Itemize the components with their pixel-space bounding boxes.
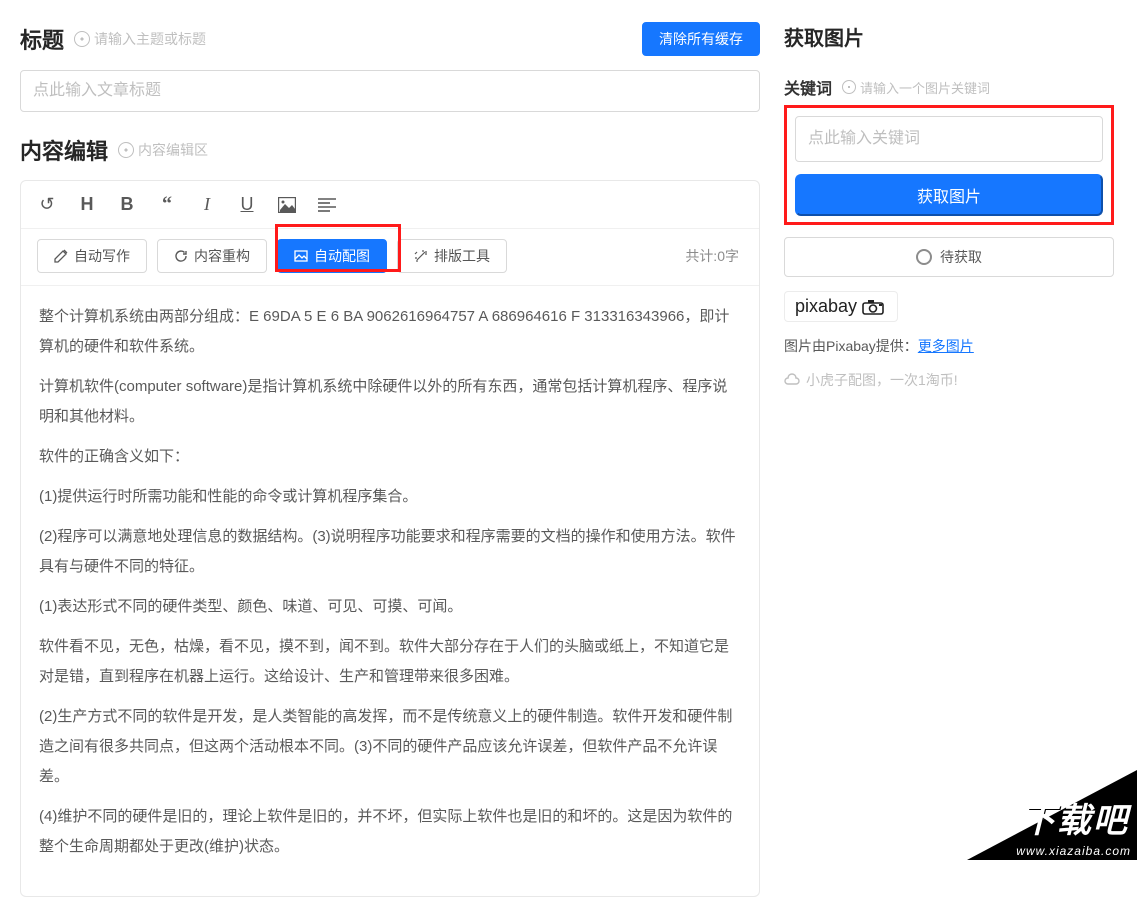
underline-icon[interactable]: U [237, 194, 257, 215]
content-heading: 内容编辑 [20, 134, 108, 166]
paragraph: (1)表达形式不同的硬件类型、颜色、味道、可见、可摸、可闻。 [39, 592, 741, 622]
paragraph: (4)维护不同的硬件是旧的，理论上软件是旧的，并不坏，但实际上软件也是旧的和坏的… [39, 802, 741, 862]
editor-body[interactable]: 整个计算机系统由两部分组成：E 69DA 5 E 6 BA 9062616964… [21, 286, 759, 896]
image-source-line: 图片由Pixabay提供：更多图片 [784, 336, 1114, 356]
paragraph: 软件的正确含义如下： [39, 442, 741, 472]
more-images-link[interactable]: 更多图片 [918, 338, 974, 354]
cloud-icon [784, 373, 800, 387]
format-toolbar: ↺ H B “ I U [21, 181, 759, 229]
clear-cache-button[interactable]: 清除所有缓存 [642, 22, 760, 56]
auto-write-button[interactable]: 自动写作 [37, 239, 147, 273]
paragraph: (1)提供运行时所需功能和性能的命令或计算机程序集合。 [39, 482, 741, 512]
title-hint: 请输入主题或标题 [74, 29, 206, 49]
tip-line: 小虎子配图，一次1淘币! [784, 370, 1114, 390]
keyword-label: 关键词 [784, 75, 832, 99]
highlight-auto-image [275, 224, 401, 272]
pending-button[interactable]: 待获取 [784, 237, 1114, 277]
keyword-input[interactable] [795, 116, 1103, 162]
paragraph: 计算机软件(computer software)是指计算机系统中除硬件以外的所有… [39, 372, 741, 432]
image-icon[interactable] [277, 197, 297, 213]
restructure-button[interactable]: 内容重构 [157, 239, 267, 273]
align-left-icon[interactable] [317, 198, 337, 212]
quote-icon[interactable]: “ [157, 193, 177, 216]
heading-icon[interactable]: H [77, 194, 97, 215]
restructure-label: 内容重构 [194, 246, 250, 266]
tip-text: 小虎子配图，一次1淘币! [806, 370, 958, 390]
paragraph: (2)生产方式不同的软件是开发，是人类智能的高发挥，而不是传统意义上的硬件制造。… [39, 702, 741, 792]
action-toolbar: 自动写作 内容重构 自动配图 排版工具 共计:0字 [21, 229, 759, 286]
keyword-hint: 请输入一个图片关键词 [842, 78, 990, 97]
editor-card: ↺ H B “ I U 自动写作 [20, 180, 760, 897]
pixabay-text: pixabay [795, 296, 857, 317]
pending-label: 待获取 [940, 247, 982, 267]
layout-tool-button[interactable]: 排版工具 [397, 239, 507, 273]
keyword-box-highlight: 获取图片 [784, 105, 1114, 225]
article-title-input[interactable] [20, 70, 760, 112]
title-header: 标题 请输入主题或标题 清除所有缓存 [20, 22, 760, 56]
paragraph: (2)程序可以满意地处理信息的数据结构。(3)说明程序功能要求和程序需要的文档的… [39, 522, 741, 582]
title-heading: 标题 [20, 23, 64, 55]
right-heading: 获取图片 [784, 22, 1114, 51]
italic-icon[interactable]: I [197, 194, 217, 215]
undo-icon[interactable]: ↺ [37, 194, 57, 215]
auto-write-label: 自动写作 [74, 246, 130, 266]
watermark-text: 下载吧 [1021, 793, 1129, 842]
fetch-image-button[interactable]: 获取图片 [795, 174, 1103, 216]
camera-icon [861, 298, 887, 316]
watermark-url: www.xiazaiba.com [1016, 844, 1131, 858]
layout-tool-label: 排版工具 [434, 246, 490, 266]
refresh-icon [174, 249, 188, 263]
bold-icon[interactable]: B [117, 194, 137, 215]
pencil-icon [54, 249, 68, 263]
source-prefix: 图片由Pixabay提供： [784, 338, 918, 354]
pixabay-logo: pixabay [784, 291, 898, 322]
content-hint: 内容编辑区 [118, 140, 208, 160]
paragraph: 软件看不见，无色，枯燥，看不见，摸不到，闻不到。软件大部分存在于人们的头脑或纸上… [39, 632, 741, 692]
word-count: 共计:0字 [685, 246, 743, 266]
magic-icon [414, 249, 428, 263]
paragraph: 整个计算机系统由两部分组成：E 69DA 5 E 6 BA 9062616964… [39, 302, 741, 362]
